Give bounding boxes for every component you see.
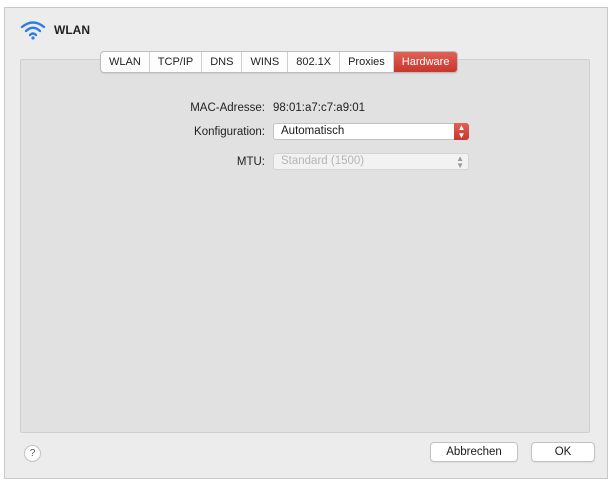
tab-wlan[interactable]: WLAN — [101, 52, 150, 72]
mtu-value: Standard (1500) — [281, 155, 365, 167]
tab-dns[interactable]: DNS — [202, 52, 243, 72]
window-title-row: WLAN — [20, 18, 90, 42]
tab-proxies[interactable]: Proxies — [340, 52, 394, 72]
cancel-button[interactable]: Abbrechen — [430, 442, 518, 462]
configuration-select[interactable]: Automatisch ▲ ▼ — [273, 123, 469, 140]
tab-wins[interactable]: WINS — [242, 52, 289, 72]
ok-button[interactable]: OK — [531, 442, 595, 462]
mac-address-label: MAC-Adresse: — [190, 102, 265, 114]
configuration-value: Automatisch — [281, 125, 345, 137]
tab-bar: WLAN TCP/IP DNS WINS 802.1X Proxies Hard… — [100, 51, 459, 73]
configuration-label: Konfiguration: — [194, 126, 265, 138]
chevron-updown-icon: ▲ ▼ — [454, 123, 469, 140]
tab-hardware[interactable]: Hardware — [393, 52, 458, 72]
wifi-icon — [20, 21, 46, 40]
hardware-pane — [20, 59, 590, 433]
help-button[interactable]: ? — [24, 445, 41, 462]
mtu-label: MTU: — [236, 156, 265, 168]
tab-tcpip[interactable]: TCP/IP — [150, 52, 203, 72]
tab-8021x[interactable]: 802.1X — [288, 52, 341, 72]
window-title: WLAN — [54, 23, 90, 37]
mac-address-value: 98:01:a7:c7:a9:01 — [273, 102, 366, 114]
chevron-updown-icon: ▲ ▼ — [456, 153, 464, 170]
mtu-select: Standard (1500) ▲ ▼ — [273, 153, 469, 170]
